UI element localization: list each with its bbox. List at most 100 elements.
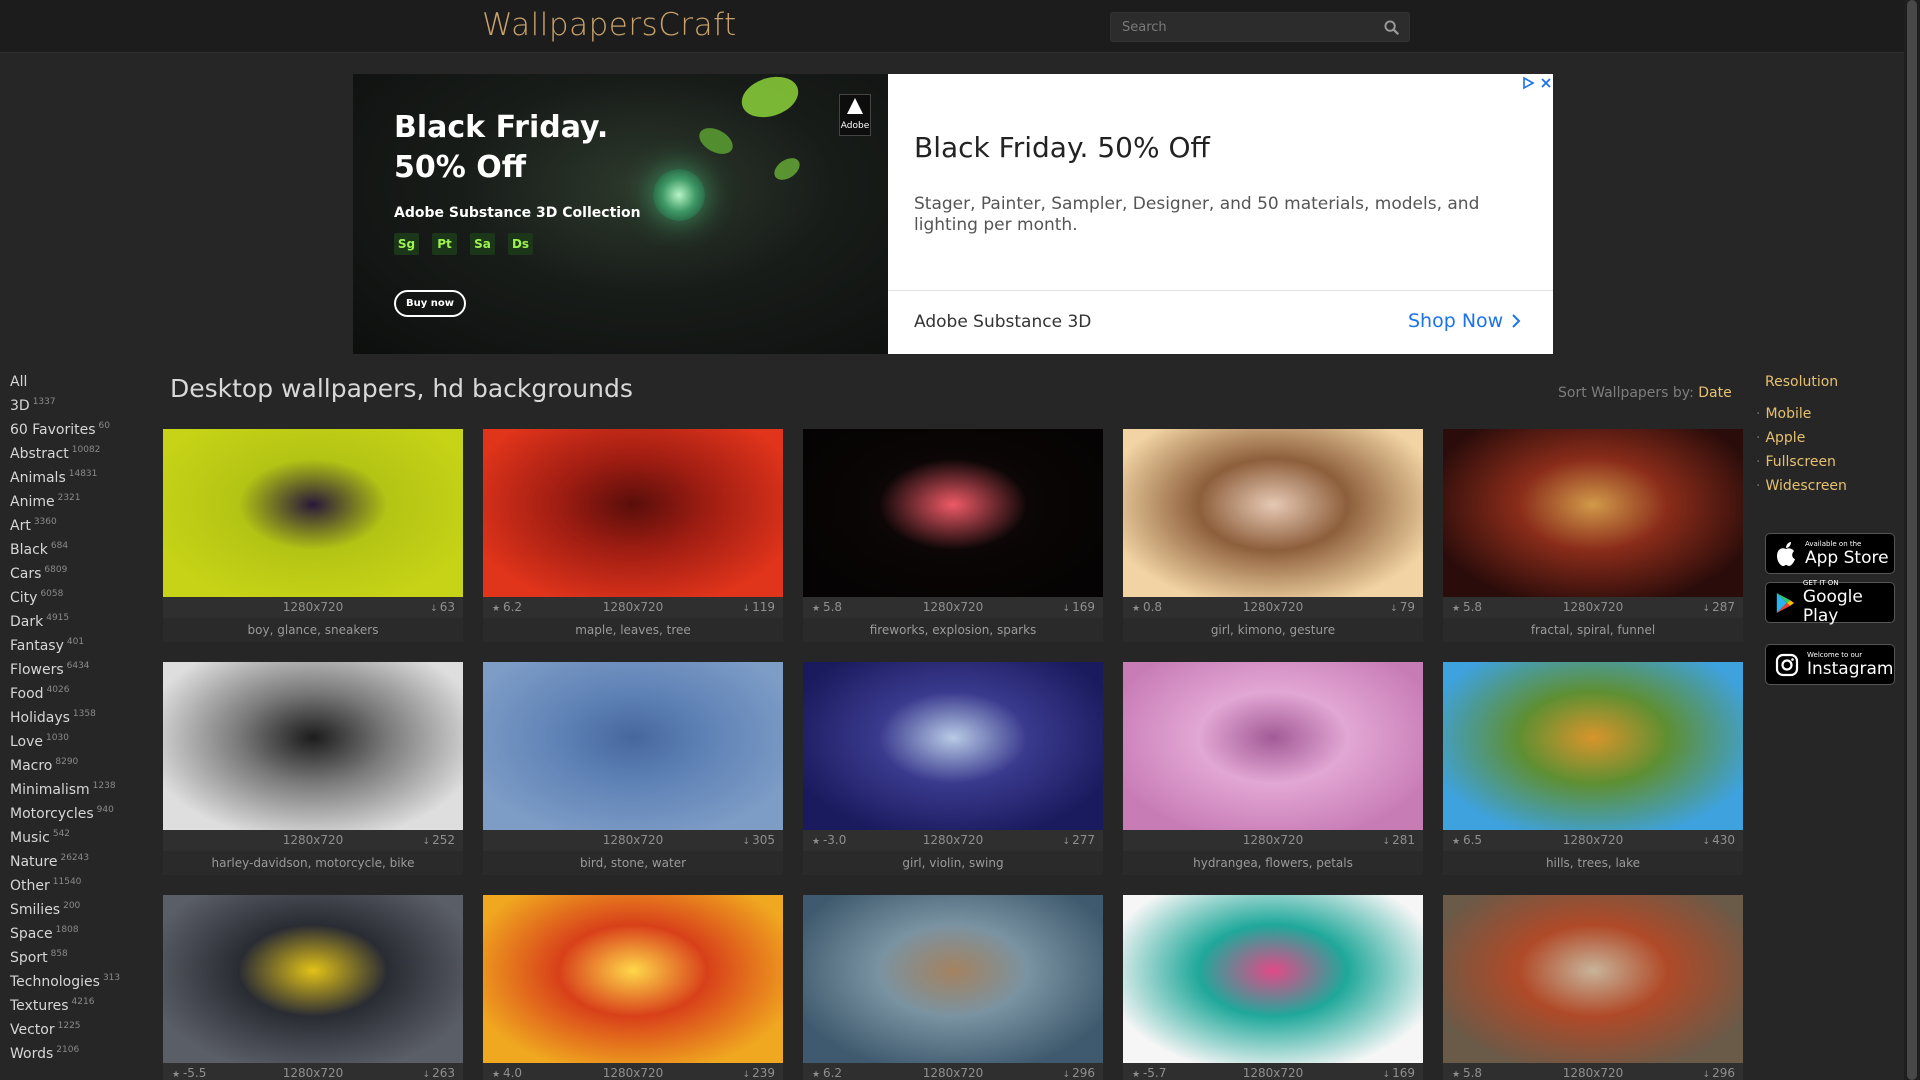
category-item[interactable]: Anime 2321 (10, 493, 160, 518)
search-button[interactable] (1373, 13, 1409, 41)
instagram-button[interactable]: Welcome to our Instagram (1765, 644, 1895, 685)
wallpaper-card[interactable]: ★ 0.8 1280x720 ↓ 79 girl, kimono, gesture (1123, 429, 1423, 642)
app-store-button[interactable]: Available on the App Store (1765, 533, 1895, 574)
wallpaper-resolution[interactable]: 1280x720 (1123, 833, 1423, 847)
wallpaper-resolution[interactable]: 1280x720 (1443, 1066, 1743, 1080)
category-item[interactable]: Sport 858 (10, 949, 160, 974)
wallpaper-tags[interactable]: harley-davidson, motorcycle, bike (163, 851, 463, 875)
wallpaper-thumbnail[interactable] (163, 895, 463, 1063)
category-item[interactable]: 3D 1337 (10, 397, 160, 422)
category-item[interactable]: Macro 8290 (10, 757, 160, 782)
category-item[interactable]: Technologies 313 (10, 973, 160, 998)
resolution-link-apple[interactable]: Apple (1765, 430, 1847, 454)
wallpaper-tags[interactable]: boy, glance, sneakers (163, 618, 463, 642)
category-item[interactable]: Holidays 1358 (10, 709, 160, 734)
search-input[interactable] (1111, 13, 1373, 41)
wallpaper-card[interactable]: ★ 6.2 1280x720 ↓ 296 (803, 895, 1103, 1080)
category-item[interactable]: Food 4026 (10, 685, 160, 710)
wallpaper-card[interactable]: ★ 5.8 1280x720 ↓ 287 fractal, spiral, funnel (1443, 429, 1743, 642)
category-item[interactable]: Other 11540 (10, 877, 160, 902)
wallpaper-resolution[interactable]: 1280x720 (163, 1066, 463, 1080)
wallpaper-tags[interactable]: hills, trees, lake (1443, 851, 1743, 875)
wallpaper-thumbnail[interactable] (1443, 662, 1743, 830)
wallpaper-card[interactable]: ★ 5.8 1280x720 ↓ 169 fireworks, explosion, s… (803, 429, 1103, 642)
wallpaper-thumbnail[interactable] (483, 429, 783, 597)
wallpaper-card[interactable]: ★ -3.0 1280x720 ↓ 277 girl, violin, swing (803, 662, 1103, 875)
wallpaper-resolution[interactable]: 1280x720 (163, 833, 463, 847)
category-item[interactable]: Textures 4216 (10, 997, 160, 1022)
wallpaper-card[interactable]: ★ 5.8 1280x720 ↓ 296 (1443, 895, 1743, 1080)
resolution-link-widescreen[interactable]: Widescreen (1765, 478, 1846, 502)
wallpaper-resolution[interactable]: 1280x720 (483, 1066, 783, 1080)
google-play-button[interactable]: GET IT ON Google Play (1765, 579, 1895, 626)
wallpaper-card[interactable]: ★ 6.5 1280x720 ↓ 430 hills, trees, lake (1443, 662, 1743, 875)
category-item[interactable]: Animals 14831 (10, 469, 160, 494)
category-item[interactable]: Words 2106 (10, 1045, 160, 1070)
ad-banner[interactable]: Adobe Black Friday. 50% Off Adobe Substa… (353, 74, 1553, 354)
wallpaper-card[interactable]: 1280x720 ↓ 281 hydrangea, flowers, petals (1123, 662, 1423, 875)
close-icon[interactable] (1539, 76, 1553, 90)
category-item[interactable]: All (10, 374, 160, 398)
category-item[interactable]: Nature 26243 (10, 853, 160, 878)
category-item[interactable]: Black 684 (10, 541, 160, 566)
wallpaper-card[interactable]: ★ -5.5 1280x720 ↓ 263 (163, 895, 463, 1080)
wallpaper-thumbnail[interactable] (1123, 895, 1423, 1063)
wallpaper-card[interactable]: ★ -5.7 1280x720 ↓ 169 (1123, 895, 1423, 1080)
resolution-link-mobile[interactable]: Mobile (1765, 406, 1847, 430)
category-item[interactable]: Love 1030 (10, 733, 160, 758)
wallpaper-thumbnail[interactable] (803, 429, 1103, 597)
wallpaper-tags[interactable]: fractal, spiral, funnel (1443, 618, 1743, 642)
category-item[interactable]: Flowers 6434 (10, 661, 160, 686)
wallpaper-card[interactable]: 1280x720 ↓ 63 boy, glance, sneakers (163, 429, 463, 642)
wallpaper-tags[interactable]: bird, stone, water (483, 851, 783, 875)
wallpaper-card[interactable]: ★ 6.2 1280x720 ↓ 119 maple, leaves, tree (483, 429, 783, 642)
wallpaper-resolution[interactable]: 1280x720 (803, 833, 1103, 847)
wallpaper-card[interactable]: 1280x720 ↓ 305 bird, stone, water (483, 662, 783, 875)
wallpaper-resolution[interactable]: 1280x720 (1123, 600, 1423, 614)
ad-buy-button[interactable]: Buy now (394, 290, 466, 317)
wallpaper-resolution[interactable]: 1280x720 (1123, 1066, 1423, 1080)
wallpaper-tags[interactable]: girl, kimono, gesture (1123, 618, 1423, 642)
wallpaper-card[interactable]: ★ 4.0 1280x720 ↓ 239 (483, 895, 783, 1080)
sort-value[interactable]: Date (1698, 385, 1731, 401)
ad-choices-icon[interactable] (1521, 76, 1535, 90)
wallpaper-resolution[interactable]: 1280x720 (803, 600, 1103, 614)
site-logo[interactable]: WallpapersCraft (482, 7, 737, 43)
wallpaper-thumbnail[interactable] (1443, 429, 1743, 597)
wallpaper-tags[interactable]: girl, violin, swing (803, 851, 1103, 875)
category-item[interactable]: Smilies 200 (10, 901, 160, 926)
wallpaper-resolution[interactable]: 1280x720 (483, 833, 783, 847)
scrollbar-thumb[interactable] (1907, 0, 1917, 1080)
wallpaper-thumbnail[interactable] (1123, 429, 1423, 597)
wallpaper-resolution[interactable]: 1280x720 (483, 600, 783, 614)
wallpaper-thumbnail[interactable] (483, 662, 783, 830)
wallpaper-thumbnail[interactable] (1443, 895, 1743, 1063)
wallpaper-resolution[interactable]: 1280x720 (163, 600, 463, 614)
category-item[interactable]: Art 3360 (10, 517, 160, 542)
wallpaper-thumbnail[interactable] (1123, 662, 1423, 830)
category-item[interactable]: Abstract 10082 (10, 445, 160, 470)
wallpaper-resolution[interactable]: 1280x720 (1443, 833, 1743, 847)
wallpaper-thumbnail[interactable] (803, 895, 1103, 1063)
page-scrollbar[interactable] (1904, 0, 1920, 1080)
category-item[interactable]: Minimalism 1238 (10, 781, 160, 806)
category-item[interactable]: Motorcycles 940 (10, 805, 160, 830)
wallpaper-tags[interactable]: fireworks, explosion, sparks (803, 618, 1103, 642)
category-item[interactable]: Fantasy 401 (10, 637, 160, 662)
category-item[interactable]: Vector 1225 (10, 1021, 160, 1046)
ad-shop-now-button[interactable]: Shop Now (1408, 310, 1521, 332)
wallpaper-tags[interactable]: maple, leaves, tree (483, 618, 783, 642)
wallpaper-resolution[interactable]: 1280x720 (803, 1066, 1103, 1080)
resolution-title[interactable]: Resolution (1765, 374, 1847, 406)
category-item[interactable]: Cars 6809 (10, 565, 160, 590)
category-item[interactable]: Music 542 (10, 829, 160, 854)
wallpaper-card[interactable]: 1280x720 ↓ 252 harley-davidson, motorcycle,… (163, 662, 463, 875)
resolution-link-fullscreen[interactable]: Fullscreen (1765, 454, 1847, 478)
wallpaper-thumbnail[interactable] (163, 429, 463, 597)
wallpaper-thumbnail[interactable] (483, 895, 783, 1063)
wallpaper-tags[interactable]: hydrangea, flowers, petals (1123, 851, 1423, 875)
category-item[interactable]: Space 1808 (10, 925, 160, 950)
category-item[interactable]: City 6058 (10, 589, 160, 614)
wallpaper-thumbnail[interactable] (803, 662, 1103, 830)
wallpaper-thumbnail[interactable] (163, 662, 463, 830)
